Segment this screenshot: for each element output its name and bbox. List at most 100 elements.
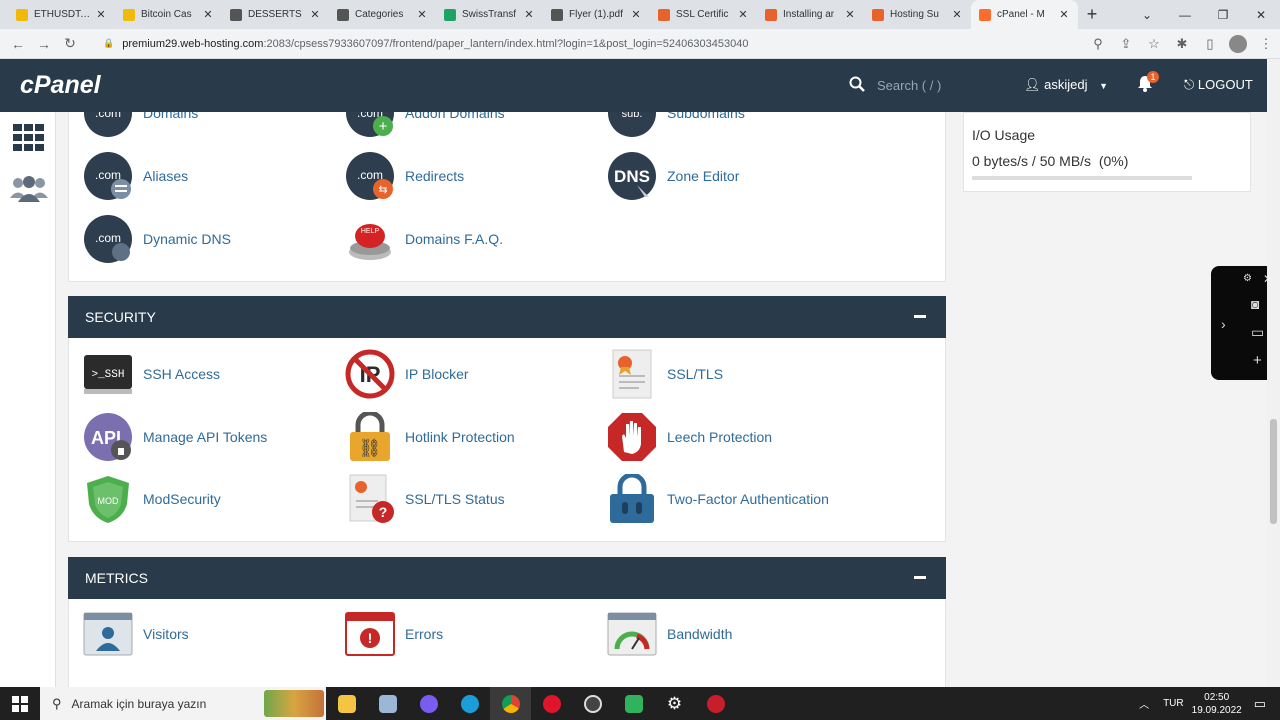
extensions-icon[interactable]: ✱: [1168, 31, 1196, 57]
security-item-ip-blocker[interactable]: IP IP Blocker: [345, 349, 469, 399]
chevron-right-icon[interactable]: ›: [1221, 316, 1226, 332]
file-explorer-icon[interactable]: [326, 687, 367, 720]
search-input[interactable]: Search ( / ): [877, 78, 941, 93]
domains-item-redirects[interactable]: .com ⇆ Redirects: [345, 151, 464, 201]
collapse-metrics-icon[interactable]: [914, 576, 926, 579]
security-item-ssl-tls[interactable]: SSL/TLS: [607, 349, 723, 399]
zone-editor-icon: DNS: [607, 151, 657, 201]
shield-icon: MOD: [83, 474, 133, 524]
edge-icon[interactable]: [449, 687, 490, 720]
close-tab-icon[interactable]: ✕: [523, 8, 535, 21]
logout-button[interactable]: ⎋ LOGOUT: [1184, 77, 1253, 93]
item-label: Visitors: [143, 626, 189, 642]
metrics-section-header[interactable]: METRICS: [68, 557, 946, 599]
side-panel-icon[interactable]: ▯: [1196, 31, 1224, 57]
collapse-security-icon[interactable]: [914, 315, 926, 318]
close-tab-icon[interactable]: ✕: [1058, 8, 1070, 21]
domains-item-aliases[interactable]: .com Aliases: [83, 151, 188, 201]
security-item-ssl-tls-status[interactable]: ? SSL/TLS Status: [345, 474, 505, 524]
language-indicator[interactable]: TUR: [1163, 698, 1184, 709]
security-item-ssh-access[interactable]: >_SSH SSH Access: [83, 349, 220, 399]
page-scrollbar[interactable]: [1267, 59, 1280, 687]
app-green-icon[interactable]: [613, 687, 654, 720]
maximize-button[interactable]: ❐: [1204, 0, 1242, 29]
search-icon[interactable]: [849, 76, 865, 97]
notification-center-icon[interactable]: ▭: [1254, 696, 1266, 712]
user-menu[interactable]: 👤︎ askijedj ▼: [1024, 77, 1108, 93]
url-field[interactable]: 🔒 premium29.web-hosting.com:2083/cpsess7…: [103, 38, 1084, 50]
browser-tab[interactable]: DESSERTS ✕: [222, 0, 329, 29]
notepad-icon[interactable]: [367, 687, 408, 720]
security-item-two-factor-authentication[interactable]: Two-Factor Authentication: [607, 472, 829, 524]
cpanel-logo[interactable]: cPanel: [20, 71, 101, 100]
close-tab-icon[interactable]: ✕: [416, 8, 428, 21]
main-content: .com Domains .com + Addon Domains sub. Subdoma…: [56, 112, 1267, 687]
tab-title: Flyer (1).pdf: [569, 9, 623, 20]
browser-menu-icon[interactable]: ⋮: [1252, 31, 1280, 57]
metrics-item-visitors[interactable]: Visitors: [83, 609, 189, 659]
opera-icon[interactable]: [531, 687, 572, 720]
zoom-icon[interactable]: ⚲: [1084, 31, 1112, 57]
apps-grid-icon[interactable]: [13, 124, 44, 151]
users-group-icon[interactable]: [10, 174, 48, 202]
gear-icon[interactable]: ⚙: [1243, 273, 1252, 284]
bookmark-star-icon[interactable]: ☆: [1140, 31, 1168, 57]
add-icon[interactable]: +: [1253, 352, 1262, 369]
browser-tab[interactable]: Bitcoin Cas ✕: [115, 0, 222, 29]
item-label: Subdomains: [667, 112, 745, 121]
domains-item-domains-f-a-q[interactable]: HELP Domains F.A.Q.: [345, 214, 503, 264]
tab-search-icon[interactable]: ⌄: [1128, 0, 1166, 29]
security-item-leech-protection[interactable]: Leech Protection: [607, 412, 772, 462]
browser-tab[interactable]: Categories ✕: [329, 0, 436, 29]
video-icon[interactable]: ▭: [1251, 324, 1264, 341]
forward-button[interactable]: →: [31, 31, 57, 57]
close-tab-icon[interactable]: ✕: [844, 8, 856, 21]
browser-tab[interactable]: ETHUSDT: 1 ✕: [8, 0, 115, 29]
svg-text:!: !: [368, 630, 373, 646]
browser-tab[interactable]: Installing ar ✕: [757, 0, 864, 29]
metrics-item-errors[interactable]: ! Errors: [345, 609, 443, 659]
back-button[interactable]: ←: [5, 31, 31, 57]
recorder-icon[interactable]: [695, 687, 736, 720]
scrollbar-thumb[interactable]: [1270, 419, 1277, 524]
close-window-button[interactable]: ✕: [1242, 0, 1280, 29]
close-tab-icon[interactable]: ✕: [737, 8, 749, 21]
metrics-item-bandwidth[interactable]: Bandwidth: [607, 609, 732, 659]
new-tab-button[interactable]: +: [1078, 0, 1106, 29]
domains-item-zone-editor[interactable]: DNS Zone Editor: [607, 151, 739, 201]
security-item-manage-api-tokens[interactable]: API Manage API Tokens: [83, 412, 267, 462]
discord-icon[interactable]: [408, 687, 449, 720]
obs-icon[interactable]: [572, 687, 613, 720]
browser-tab[interactable]: cPanel - M ✕: [971, 0, 1078, 29]
close-tab-icon[interactable]: ✕: [95, 8, 107, 21]
chevron-up-icon[interactable]: ︿: [1139, 696, 1149, 711]
settings-gear-icon[interactable]: ⚙: [654, 687, 695, 720]
start-button[interactable]: [0, 687, 40, 720]
security-item-hotlink-protection[interactable]: ⛓ Hotlink Protection: [345, 410, 515, 462]
domains-item-dynamic-dns[interactable]: .com Dynamic DNS: [83, 214, 231, 264]
browser-tab[interactable]: Hosting Su ✕: [864, 0, 971, 29]
security-section-header[interactable]: SECURITY: [68, 296, 946, 338]
share-icon[interactable]: ⇪: [1112, 31, 1140, 57]
profile-avatar[interactable]: [1224, 31, 1252, 57]
tab-favicon-icon: [658, 8, 670, 21]
close-tab-icon[interactable]: ✕: [202, 8, 214, 21]
close-tab-icon[interactable]: ✕: [630, 8, 642, 21]
tab-favicon-icon: [123, 8, 135, 21]
domains-item-domains[interactable]: .com Domains: [83, 112, 198, 138]
domains-item-subdomains[interactable]: sub. Subdomains: [607, 112, 745, 138]
clock[interactable]: 02:50 19.09.2022: [1192, 691, 1242, 717]
minimize-button[interactable]: —: [1166, 0, 1204, 29]
browser-tab[interactable]: SwissTransf ✕: [436, 0, 543, 29]
cpanel-header: cPanel Search ( / ) 👤︎ askijedj ▼ 1 ⎋ LO…: [0, 59, 1267, 112]
security-item-modsecurity[interactable]: MOD ModSecurity: [83, 474, 221, 524]
browser-tab[interactable]: Flyer (1).pdf ✕: [543, 0, 650, 29]
browser-tab[interactable]: SSL Certific ✕: [650, 0, 757, 29]
chrome-icon[interactable]: [490, 687, 531, 720]
taskbar-search[interactable]: ⚲ Aramak için buraya yazın: [40, 687, 326, 720]
reload-button[interactable]: ↻: [57, 31, 83, 57]
close-tab-icon[interactable]: ✕: [309, 8, 321, 21]
domains-item-addon-domains[interactable]: .com + Addon Domains: [345, 112, 505, 138]
close-tab-icon[interactable]: ✕: [951, 8, 963, 21]
camera-icon[interactable]: ◙: [1251, 296, 1259, 312]
